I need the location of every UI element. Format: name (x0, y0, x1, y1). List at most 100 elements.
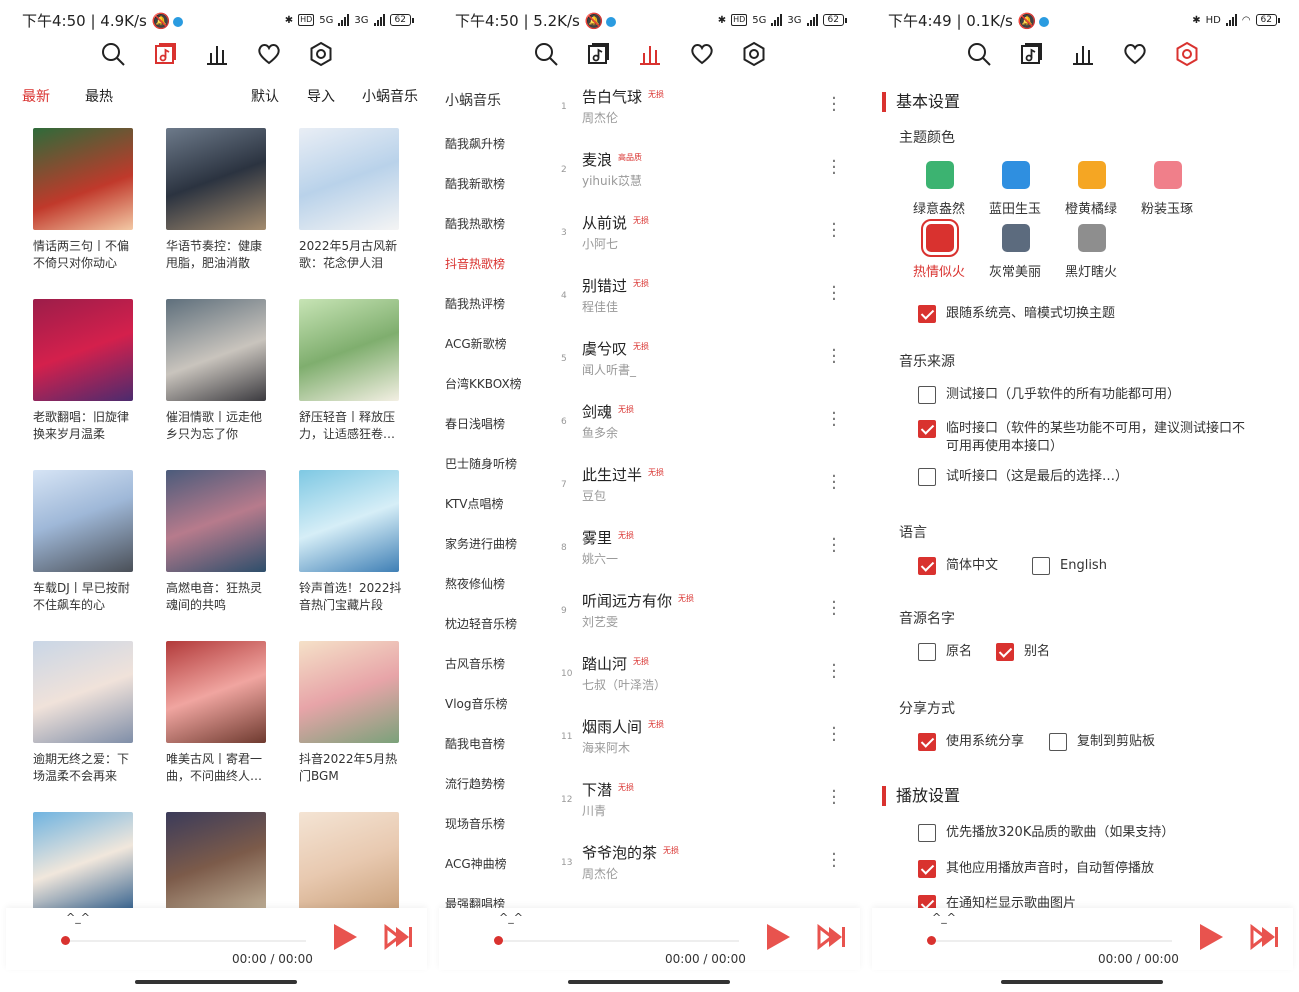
heart-icon[interactable] (686, 38, 718, 70)
leaderboard-source-item[interactable]: ACG神曲榜 (445, 855, 507, 872)
theme-swatch[interactable] (1002, 161, 1030, 189)
song-list-icon[interactable] (582, 38, 614, 70)
leaderboard-source-item[interactable]: 枕边轻音乐榜 (445, 615, 517, 632)
songlist-card[interactable]: 逾期无终之爱：下场温柔不会再来 (33, 641, 135, 785)
theme-swatch[interactable] (1002, 224, 1030, 252)
play-320k-option[interactable]: 优先播放320K品质的歌曲（如果支持） (918, 824, 1174, 842)
songlist-card[interactable]: 唯美古风丨寄君一曲，不问曲终人… (166, 641, 268, 785)
leaderboard-source-item[interactable]: 酷我热评榜 (445, 295, 505, 312)
songlist-cover[interactable] (166, 128, 266, 230)
more-icon[interactable]: · · · (831, 720, 837, 750)
songlist-card[interactable]: 催泪情歌丨远走他乡只为忘了你 (166, 299, 268, 443)
import-button[interactable]: 导入 (307, 86, 335, 106)
share-clipboard-option[interactable]: 复制到剪贴板 (1049, 733, 1155, 751)
leaderboard-source-item[interactable]: 酷我新歌榜 (445, 175, 505, 192)
more-icon[interactable]: · · · (831, 468, 837, 498)
songlist-card[interactable]: 华语节奏控：健康甩脂，肥油消散 (166, 128, 268, 272)
theme-swatch[interactable] (926, 161, 954, 189)
leaderboard-source-item[interactable]: 酷我飙升榜 (445, 135, 505, 152)
checkbox[interactable] (918, 860, 936, 878)
song-row[interactable]: 12 下潜 无损 川青 · · · (547, 771, 847, 834)
songlist-cover[interactable] (33, 641, 133, 743)
chart-icon[interactable] (1067, 38, 1099, 70)
leaderboard-source-item[interactable]: 酷我电音榜 (445, 735, 505, 752)
sort-default[interactable]: 默认 (251, 86, 279, 106)
play-icon[interactable] (1196, 922, 1226, 952)
name-alias-option[interactable]: 别名 (996, 643, 1050, 661)
theme-swatch[interactable] (1078, 224, 1106, 252)
follow-system-option[interactable]: 跟随系统亮、暗模式切换主题 (918, 305, 1115, 323)
songlist-card[interactable]: 舒压轻音丨释放压力，让适感狂卷… (299, 299, 401, 443)
play-icon[interactable] (763, 922, 793, 952)
tab-hot[interactable]: 最热 (85, 86, 113, 106)
songlist-card[interactable]: 车载DJ丨早已按耐不住飙车的心 (33, 470, 135, 614)
checkbox[interactable] (918, 643, 936, 661)
songlist-cover[interactable] (166, 812, 266, 914)
tab-latest[interactable]: 最新 (22, 86, 50, 106)
checkbox[interactable] (918, 824, 936, 842)
checkbox[interactable] (918, 557, 936, 575)
songlist-cover[interactable] (166, 641, 266, 743)
song-row[interactable]: 5 虞兮叹 无损 闻人听書_ · · · (547, 330, 847, 393)
name-original-option[interactable]: 原名 (918, 643, 972, 661)
song-row[interactable]: 2 麦浪 高品质 yihuik苡慧 · · · (547, 141, 847, 204)
songlist-cover[interactable] (33, 470, 133, 572)
settings-icon[interactable] (305, 38, 337, 70)
songlist-card[interactable]: 抖音2022年5月热门BGM (299, 641, 401, 785)
checkbox[interactable] (918, 733, 936, 751)
share-system-option[interactable]: 使用系统分享 (918, 733, 1024, 751)
song-row[interactable]: 6 剑魂 无损 鱼多余 · · · (547, 393, 847, 456)
songlist-card[interactable]: 2022年5月古风新歌：花念伊人泪 (299, 128, 401, 272)
song-row[interactable]: 11 烟雨人间 无损 海来阿木 · · · (547, 708, 847, 771)
progress-track[interactable] (932, 940, 1172, 942)
source-test-option[interactable]: 测试接口（几乎软件的所有功能都可用） (918, 386, 1180, 404)
songlist-card[interactable]: 老歌翻唱：旧旋律换来岁月温柔 (33, 299, 135, 443)
settings-icon[interactable] (738, 38, 770, 70)
checkbox[interactable] (1049, 733, 1067, 751)
auto-pause-option[interactable]: 其他应用播放声音时，自动暂停播放 (918, 860, 1154, 878)
more-icon[interactable]: · · · (831, 216, 837, 246)
song-row[interactable]: 7 此生过半 无损 豆包 · · · (547, 456, 847, 519)
leaderboard-source-item[interactable]: 现场音乐榜 (445, 815, 505, 832)
leaderboard-source-item[interactable]: 巴士随身听榜 (445, 455, 517, 472)
song-row[interactable]: 10 踏山河 无损 七叔（叶泽浩） · · · (547, 645, 847, 708)
heart-icon[interactable] (1119, 38, 1151, 70)
heart-icon[interactable] (253, 38, 285, 70)
checkbox[interactable] (918, 305, 936, 323)
chart-icon[interactable] (201, 38, 233, 70)
checkbox[interactable] (918, 386, 936, 404)
progress-knob[interactable] (61, 936, 70, 945)
song-list-icon[interactable] (149, 38, 181, 70)
songlist-cover[interactable] (299, 641, 399, 743)
search-icon[interactable] (97, 38, 129, 70)
more-icon[interactable]: · · · (831, 846, 837, 876)
songlist-card[interactable]: 铃声首选！2022抖音热门宝藏片段 (299, 470, 402, 614)
progress-knob[interactable] (494, 936, 503, 945)
theme-swatch[interactable] (1154, 161, 1182, 189)
leaderboard-source-item[interactable]: Vlog音乐榜 (445, 695, 508, 712)
leaderboard-source-item[interactable]: 酷我热歌榜 (445, 215, 505, 232)
songlist-cover[interactable] (299, 299, 399, 401)
lang-zh-option[interactable]: 简体中文 (918, 557, 998, 575)
progress-track[interactable] (66, 940, 306, 942)
checkbox[interactable] (996, 643, 1014, 661)
source-selector[interactable]: 小蜗音乐 (362, 86, 418, 106)
songlist-cover[interactable] (166, 299, 266, 401)
song-row[interactable]: 3 从前说 无损 小阿七 · · · (547, 204, 847, 267)
play-icon[interactable] (330, 922, 360, 952)
more-icon[interactable]: · · · (831, 342, 837, 372)
theme-swatch[interactable] (1078, 161, 1106, 189)
song-row[interactable]: 1 告白气球 无损 周杰伦 · · · (547, 78, 847, 141)
more-icon[interactable]: · · · (831, 279, 837, 309)
song-row[interactable]: 9 听闻远方有你 无损 刘艺雯 · · · (547, 582, 847, 645)
more-icon[interactable]: · · · (831, 90, 837, 120)
songlist-cover[interactable] (33, 299, 133, 401)
checkbox[interactable] (918, 420, 936, 438)
leaderboard-source-item[interactable]: 家务进行曲榜 (445, 535, 517, 552)
more-icon[interactable]: · · · (831, 531, 837, 561)
next-icon[interactable] (384, 924, 414, 950)
songlist-cover[interactable] (33, 128, 133, 230)
song-row[interactable]: 13 爷爷泡的茶 无损 周杰伦 · · · (547, 834, 847, 897)
songlist-cover[interactable] (299, 470, 399, 572)
leaderboard-source-item[interactable]: 抖音热歌榜 (445, 255, 505, 272)
